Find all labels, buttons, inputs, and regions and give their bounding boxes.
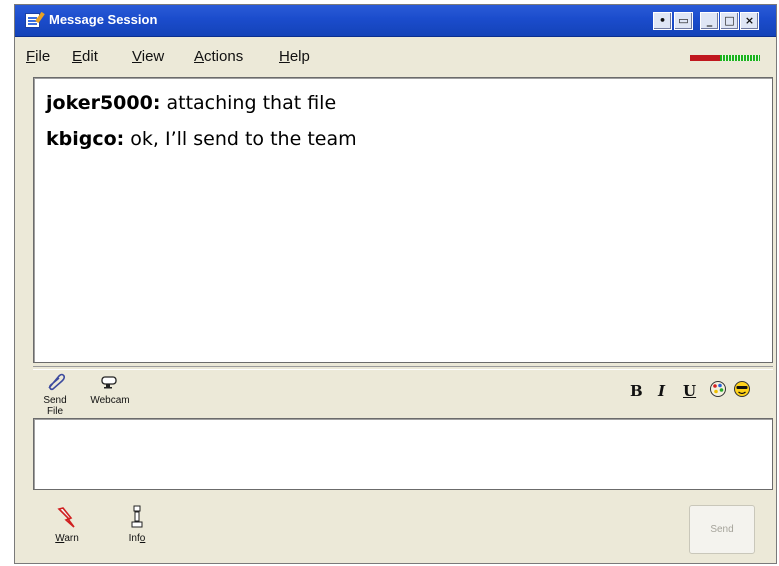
menu-file[interactable]: File — [26, 48, 50, 65]
send-file-label: Send File — [43, 395, 67, 417]
message-input[interactable] — [33, 418, 773, 490]
bottom-bar: Warn Info Send — [15, 493, 776, 563]
smiley-icon[interactable] — [733, 380, 751, 402]
paperclip-icon — [37, 373, 73, 391]
minimize-button[interactable]: _ — [700, 12, 719, 30]
menu-file-accel: F — [26, 48, 36, 65]
italic-button[interactable]: I — [658, 382, 665, 400]
menu-help[interactable]: Help — [279, 48, 310, 65]
message-sender: kbigco: — [46, 128, 125, 150]
pane-splitter[interactable] — [33, 366, 773, 370]
color-palette-icon[interactable] — [709, 380, 727, 402]
warning-level-meter — [690, 55, 760, 61]
message-text: ok, I’ll send to the team — [124, 128, 357, 150]
menu-actions-accel: A — [194, 48, 205, 65]
menu-view-accel: V — [132, 48, 142, 65]
conversation-history[interactable]: joker5000: attaching that file kbigco: o… — [33, 77, 773, 363]
menu-edit[interactable]: Edit — [72, 48, 98, 65]
menu-edit-label: dit — [82, 48, 98, 65]
message-text: attaching that file — [160, 92, 337, 114]
message-line: kbigco: ok, I’ll send to the team — [46, 128, 357, 150]
menu-actions[interactable]: Actions — [194, 48, 243, 65]
menu-bar: File Edit View Actions Help — [15, 39, 776, 75]
window-title: Message Session — [49, 12, 158, 27]
send-button[interactable]: Send — [689, 505, 755, 554]
close-button[interactable]: × — [740, 12, 759, 30]
warn-icon — [49, 505, 85, 529]
menu-actions-label: ctions — [204, 48, 244, 65]
message-sender: joker5000: — [46, 92, 161, 114]
menu-edit-accel: E — [72, 48, 83, 65]
menu-view[interactable]: View — [132, 48, 164, 65]
webcam-button[interactable]: Webcam — [87, 373, 133, 406]
menu-view-label: iew — [141, 48, 165, 65]
pin-button[interactable]: • — [653, 12, 672, 30]
message-window: Message Session • ▭ _ □ × File Edit View… — [14, 4, 777, 564]
maximize-button[interactable]: □ — [720, 12, 739, 30]
message-toolbar: Send File Webcam B I U — [33, 371, 775, 417]
title-bar[interactable]: Message Session • ▭ _ □ × — [15, 5, 776, 37]
info-label: Info — [128, 533, 146, 544]
restore-view-button[interactable]: ▭ — [674, 12, 693, 30]
bold-button[interactable]: B — [630, 382, 643, 400]
warn-button[interactable]: Warn — [49, 505, 85, 544]
send-file-button[interactable]: Send File — [37, 373, 73, 417]
webcam-label: Webcam — [90, 395, 130, 406]
webcam-icon — [87, 373, 133, 391]
message-app-icon — [25, 13, 40, 28]
message-line: joker5000: attaching that file — [46, 92, 336, 114]
info-icon — [121, 505, 153, 529]
menu-help-label: elp — [289, 48, 310, 65]
menu-file-label: ile — [35, 48, 51, 65]
menu-help-accel: H — [279, 48, 290, 65]
underline-button[interactable]: U — [683, 382, 696, 400]
warn-label: Warn — [55, 533, 79, 544]
info-button[interactable]: Info — [121, 505, 153, 544]
